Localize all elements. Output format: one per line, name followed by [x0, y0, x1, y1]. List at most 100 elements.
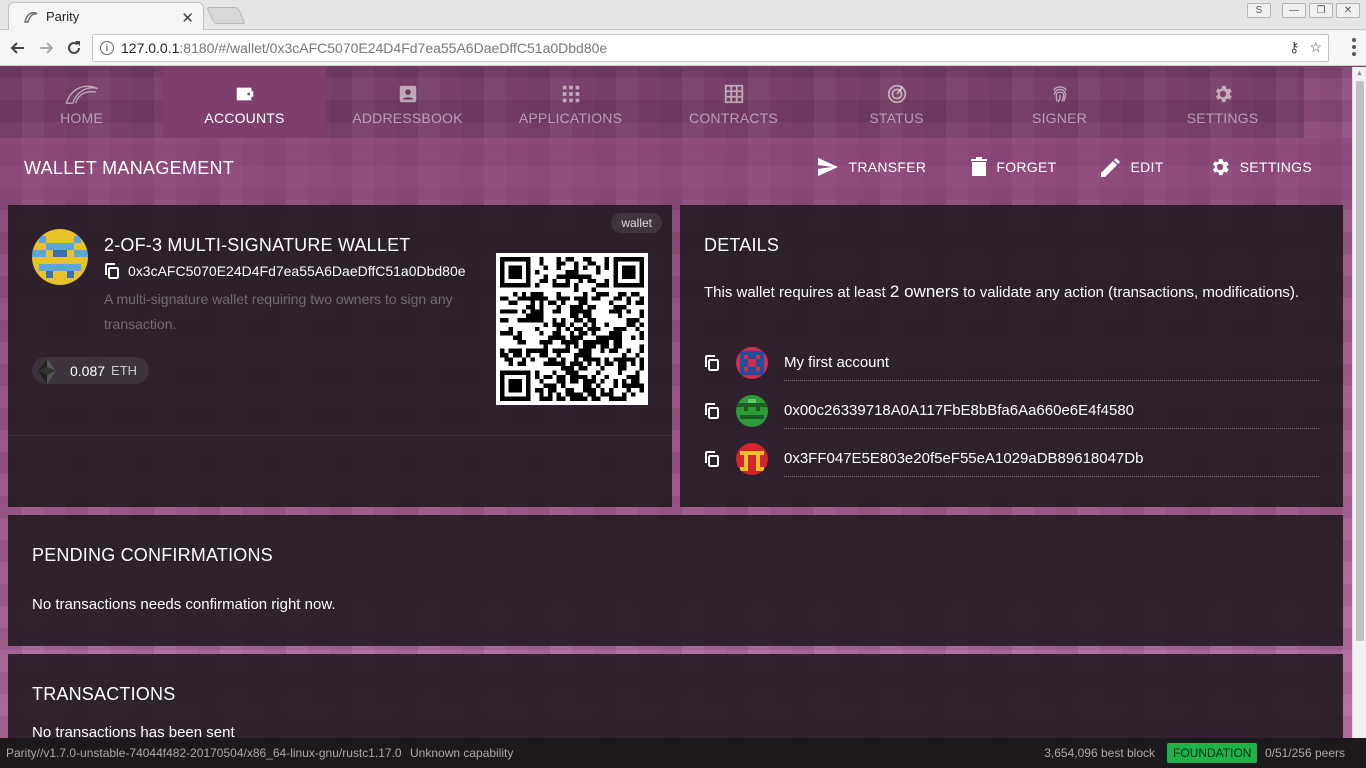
fingerprint-icon: [1052, 86, 1067, 103]
nav-label: ADDRESSBOOK: [352, 110, 463, 126]
browser-menu-icon[interactable]: [1352, 38, 1356, 56]
back-arrow-icon[interactable]: [6, 36, 30, 60]
nav-status[interactable]: STATUS: [815, 67, 978, 138]
status-version: Parity//v1.7.0-unstable-74044f482-201705…: [6, 746, 402, 760]
nav-label: CONTRACTS: [689, 110, 778, 126]
edit-button[interactable]: EDIT: [1101, 156, 1163, 178]
status-best-block: 3,654,096 best block: [1044, 746, 1155, 760]
owner-identicon: [736, 443, 768, 475]
ethereum-icon: [38, 359, 56, 384]
transfer-button[interactable]: TRANSFER: [817, 156, 926, 178]
pending-title: PENDING CONFIRMATIONS: [32, 545, 273, 565]
wallet-header-card: wallet 2-OF-3 MULTI-SIGNATURE WALLET 0x3…: [8, 205, 672, 507]
info-icon[interactable]: i: [100, 41, 114, 55]
chain-badge: FOUNDATION: [1167, 743, 1258, 763]
page-scrollbar[interactable]: ▲: [1352, 67, 1366, 738]
nav-applications[interactable]: APPLICATIONS: [489, 67, 652, 138]
nav-label: ACCOUNTS: [204, 110, 285, 126]
grid-icon: [724, 84, 743, 104]
page-title: WALLET MANAGEMENT: [24, 158, 235, 178]
tab-title: Parity: [46, 9, 80, 24]
address-bar[interactable]: i 127.0.0.1:8180/#/wallet/0x3cAFC5070E24…: [92, 34, 1329, 62]
forget-button[interactable]: FORGET: [971, 156, 1056, 178]
track-changes-icon: [887, 84, 906, 104]
main-nav: HOME ACCOUNTS ADDRESSBOOK APPLICATIONS C…: [0, 67, 1352, 138]
wallet-identicon: [32, 229, 88, 285]
minimize-button[interactable]: —: [1282, 3, 1306, 18]
tab-close-icon[interactable]: ✕: [181, 9, 194, 27]
nav-label: APPLICATIONS: [518, 110, 623, 126]
owner-identicon: [736, 395, 768, 427]
url-path: :8180/#/wallet/0x3cAFC5070E24D4Fd7ea55A6…: [179, 40, 608, 56]
details-title: DETAILS: [704, 235, 780, 255]
gear-icon: [1215, 85, 1232, 103]
balance-unit: ETH: [111, 363, 138, 378]
nav-addressbook[interactable]: ADDRESSBOOK: [326, 67, 489, 138]
nav-settings[interactable]: SETTINGS: [1141, 67, 1304, 138]
copy-icon[interactable]: [104, 263, 120, 279]
browser-tab[interactable]: Parity ✕: [8, 2, 204, 30]
balance-value: 0.087: [70, 362, 106, 379]
status-capability: Unknown capability: [410, 746, 514, 760]
reload-icon[interactable]: [62, 36, 86, 60]
nav-signer[interactable]: SIGNER: [978, 67, 1141, 138]
page-titlebar: WALLET MANAGEMENT TRANSFER FORGET EDIT S…: [0, 138, 1352, 200]
wallet-balance: 0.087 ETH: [32, 357, 150, 384]
settings-button[interactable]: SETTINGS: [1209, 156, 1312, 178]
details-text-before: This wallet requires at least: [704, 284, 890, 301]
copy-icon[interactable]: [704, 403, 720, 419]
owner-row: 0x3FF047E5E803e20f5eF55eA1029aDB89618047…: [704, 440, 1319, 478]
wallet-address-text[interactable]: 0x3cAFC5070E24D4Fd7ea55A6DaeDffC51a0Dbd8…: [128, 263, 466, 279]
nav-label: SETTINGS: [1186, 110, 1259, 126]
owner-row: 0x00c26339718A0A117FbE8bBfa6Aa660e6E4f45…: [704, 392, 1319, 430]
nav-contracts[interactable]: CONTRACTS: [652, 67, 815, 138]
wallet-qr-code: [496, 253, 648, 405]
maximize-button[interactable]: ❐: [1309, 3, 1333, 18]
parity-logo-icon: [64, 85, 98, 104]
bookmark-star-icon[interactable]: ☆: [1309, 39, 1322, 56]
details-card: DETAILS This wallet requires at least 2 …: [680, 205, 1343, 507]
nav-label: HOME: [60, 110, 103, 126]
url-host: 127.0.0.1: [121, 40, 180, 56]
transactions-title: TRANSACTIONS: [32, 684, 176, 704]
close-window-button[interactable]: ✕: [1336, 3, 1360, 18]
nav-label: SIGNER: [1032, 110, 1087, 126]
nav-accounts[interactable]: ACCOUNTS: [163, 67, 326, 138]
delete-icon: [971, 157, 988, 176]
wallet-tag: wallet: [611, 213, 662, 233]
owner-identicon: [736, 347, 768, 379]
parity-app: HOME ACCOUNTS ADDRESSBOOK APPLICATIONS C…: [0, 67, 1352, 738]
key-icon[interactable]: ⚷: [1289, 39, 1299, 56]
forward-arrow-icon[interactable]: [34, 36, 58, 60]
new-tab-button[interactable]: [206, 7, 246, 24]
apps-grid-icon: [562, 85, 579, 103]
wallet-address: 0x3cAFC5070E24D4Fd7ea55A6DaeDffC51a0Dbd8…: [104, 263, 494, 279]
pending-text: No transactions needs confirmation right…: [32, 596, 336, 613]
edit-label: EDIT: [1130, 159, 1164, 175]
status-peers: 0/51/256 peers: [1264, 746, 1345, 760]
owner-name[interactable]: 0x00c26339718A0A117FbE8bBfa6Aa660e6E4f45…: [784, 393, 1319, 429]
settings-label: SETTINGS: [1239, 159, 1312, 175]
wallet-name: 2-OF-3 MULTI-SIGNATURE WALLET: [104, 235, 411, 255]
scroll-up-icon[interactable]: ▲: [1356, 70, 1363, 77]
details-text: This wallet requires at least 2 owners t…: [704, 281, 1304, 304]
transfer-label: TRANSFER: [848, 159, 927, 175]
copy-icon[interactable]: [704, 355, 720, 371]
divider: [8, 435, 672, 436]
extension-icon[interactable]: S: [1247, 3, 1271, 18]
browser-toolbar: i 127.0.0.1:8180/#/wallet/0x3cAFC5070E24…: [0, 30, 1366, 66]
status-bar: Parity//v1.7.0-unstable-74044f482-201705…: [0, 738, 1366, 768]
wallet-description: A multi-signature wallet requiring two o…: [104, 291, 453, 332]
forget-label: FORGET: [996, 159, 1057, 175]
owner-name[interactable]: My first account: [784, 345, 1319, 381]
pending-confirmations-card: PENDING CONFIRMATIONS No transactions ne…: [8, 515, 1343, 646]
contacts-icon: [399, 85, 416, 103]
send-icon: [818, 157, 839, 177]
scroll-thumb[interactable]: [1356, 81, 1364, 641]
gear-icon: [1212, 158, 1229, 176]
address-bar-actions: ⚷ ☆: [1289, 39, 1322, 56]
nav-home[interactable]: HOME: [0, 67, 163, 138]
owner-name[interactable]: 0x3FF047E5E803e20f5eF55eA1029aDB89618047…: [784, 441, 1319, 477]
copy-icon[interactable]: [704, 451, 720, 467]
transactions-text: No transactions has been sent: [32, 724, 235, 738]
